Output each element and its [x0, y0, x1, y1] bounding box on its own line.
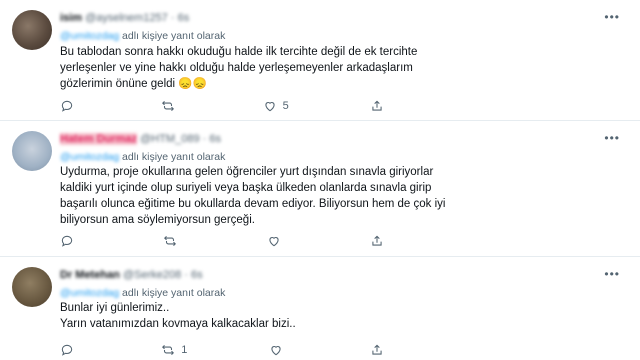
tweet-header: Dr Metehan @Serke208 · 6s: [60, 269, 203, 281]
tweet-line: biliyorsun ama söylemiyorsun gerçeği.: [60, 214, 255, 226]
more-icon[interactable]: •••: [604, 267, 620, 281]
tweet-line: Bunlar iyi günlerimiz..: [60, 302, 170, 314]
tweet-line: Uydurma, proje okullarına gelen öğrencil…: [60, 166, 434, 178]
reply-context: @umitozdag adlı kişiye yanıt olarak: [60, 151, 225, 163]
author-name[interactable]: Hatem Durmaz: [60, 133, 138, 145]
reply-icon: [61, 100, 73, 112]
retweet-icon: [162, 344, 175, 356]
tweet-text: Bu tablodan sonra hakkı okuduğu halde il…: [60, 44, 620, 92]
tweet-actions: 1: [60, 342, 390, 358]
reply-icon: [61, 344, 73, 356]
like-button[interactable]: [267, 234, 287, 248]
reply-to-handle[interactable]: @umitozdag: [60, 287, 119, 299]
reply-to-handle[interactable]: @umitozdag: [60, 30, 119, 42]
tweet-header: isim @ayselnem1257 · 6s: [60, 12, 190, 24]
reply-button[interactable]: [60, 343, 80, 357]
retweet-button[interactable]: 1: [161, 343, 187, 357]
share-icon: [372, 100, 382, 111]
timestamp[interactable]: 6s: [209, 133, 221, 145]
author-handle[interactable]: @HTM_089: [140, 133, 199, 145]
like-icon: [264, 102, 275, 112]
share-button[interactable]: [370, 99, 390, 113]
share-icon: [372, 344, 382, 355]
avatar[interactable]: [12, 131, 52, 171]
like-button[interactable]: 5: [263, 99, 289, 113]
share-button[interactable]: [370, 343, 390, 357]
tweet[interactable]: Dr Metehan @Serke208 · 6s ••• @umitozdag…: [0, 257, 640, 360]
like-icon: [269, 237, 279, 247]
tweet-text: Bunlar iyi günlerimiz.. Yarın vatanımızd…: [60, 300, 620, 332]
retweet-button[interactable]: [161, 99, 181, 113]
like-count: 5: [282, 100, 289, 112]
avatar[interactable]: [12, 267, 52, 307]
like-icon: [271, 346, 281, 356]
author-name[interactable]: isim: [60, 12, 82, 24]
reply-to-label: adlı kişiye yanıt olarak: [122, 30, 226, 42]
tweet[interactable]: isim @ayselnem1257 · 6s ••• @umitozdag a…: [0, 0, 640, 121]
tweet-line: gözlerimin önüne geldi 😞😞: [60, 78, 207, 90]
more-icon[interactable]: •••: [604, 131, 620, 145]
share-button[interactable]: [370, 234, 390, 248]
retweet-button[interactable]: [163, 234, 183, 248]
reply-to-label: adlı kişiye yanıt olarak: [122, 151, 226, 163]
author-handle[interactable]: @Serke208: [123, 269, 181, 281]
retweet-icon: [162, 100, 175, 112]
tweet-line: kaldiki yurt içinde olup suriyeli veya b…: [60, 182, 432, 194]
tweet-actions: 5: [60, 98, 390, 114]
like-button[interactable]: [269, 343, 289, 357]
retweet-count: 1: [181, 344, 188, 356]
reply-context: @umitozdag adlı kişiye yanıt olarak: [60, 30, 225, 42]
reply-to-label: adlı kişiye yanıt olarak: [122, 287, 226, 299]
share-icon: [372, 235, 382, 246]
author-name[interactable]: Dr Metehan: [60, 269, 120, 281]
avatar[interactable]: [12, 10, 52, 50]
tweet-header: Hatem Durmaz @HTM_089 · 6s: [60, 133, 221, 145]
more-icon[interactable]: •••: [604, 10, 620, 24]
tweet-actions: [60, 233, 390, 249]
reply-button[interactable]: [60, 99, 80, 113]
reply-icon: [61, 235, 73, 247]
tweet-text: Uydurma, proje okullarına gelen öğrencil…: [60, 164, 620, 228]
tweet-line: Bu tablodan sonra hakkı okuduğu halde il…: [60, 46, 418, 58]
tweet-line: başarılı olunca eğitime bu okullarda dev…: [60, 198, 446, 210]
retweet-icon: [164, 235, 177, 247]
reply-context: @umitozdag adlı kişiye yanıt olarak: [60, 287, 225, 299]
timestamp[interactable]: 6s: [178, 12, 190, 24]
reply-to-handle[interactable]: @umitozdag: [60, 151, 119, 163]
tweet[interactable]: Hatem Durmaz @HTM_089 · 6s ••• @umitozda…: [0, 121, 640, 257]
tweet-line: yerleşenler ve yine hakkı olduğu halde y…: [60, 62, 413, 74]
tweet-line: Yarın vatanımızdan kovmaya kalkacaklar b…: [60, 318, 296, 330]
reply-button[interactable]: [60, 234, 80, 248]
timestamp[interactable]: 6s: [191, 269, 203, 281]
author-handle[interactable]: @ayselnem1257: [85, 12, 168, 24]
